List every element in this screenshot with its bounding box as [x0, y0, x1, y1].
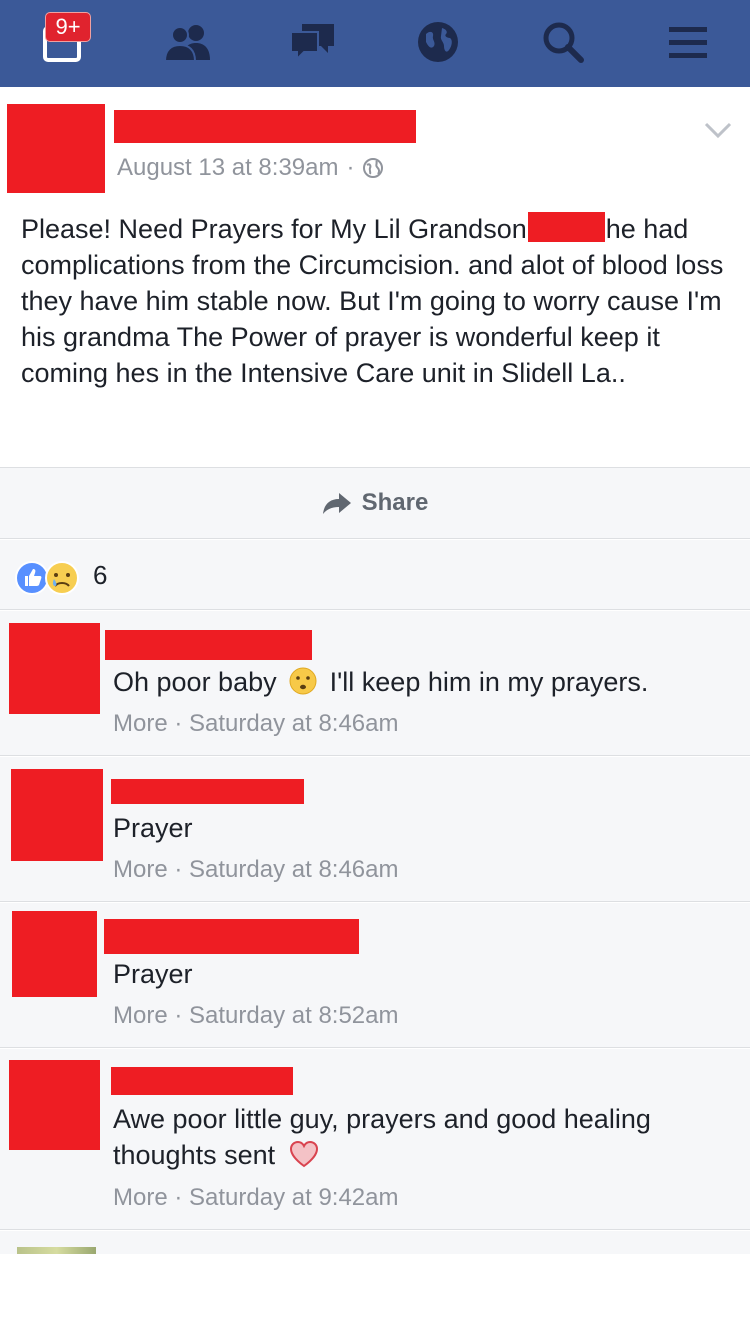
comment-time[interactable]: Saturday at 8:46am: [189, 856, 398, 883]
comment-avatar[interactable]: [9, 1060, 100, 1150]
post-timestamp[interactable]: August 13 at 8:39am: [117, 154, 338, 182]
post-text-part1: Please! Need Prayers for My Lil Grandson: [21, 214, 527, 244]
post-author-avatar[interactable]: [7, 104, 105, 193]
menu-icon: [669, 27, 707, 58]
comment-avatar[interactable]: [11, 769, 103, 861]
comment-text: Prayer: [113, 813, 193, 843]
redacted-name: [527, 212, 605, 242]
comment-text-after: I'll keep him in my prayers.: [329, 667, 649, 697]
comment-text-before: Oh poor baby: [113, 667, 277, 697]
comment-avatar[interactable]: [9, 623, 100, 714]
comment-meta: More · Saturday at 8:46am: [113, 856, 399, 884]
globe-icon: [418, 22, 458, 62]
public-globe-icon: [363, 158, 384, 178]
notification-badge: 9+: [45, 12, 91, 42]
comment-text: Prayer: [113, 959, 193, 989]
menu-button[interactable]: [653, 12, 723, 72]
friends-icon: [163, 25, 210, 62]
comment-time[interactable]: Saturday at 8:52am: [189, 1002, 398, 1029]
more-link[interactable]: More: [113, 710, 168, 737]
comment-text-body: Awe poor little guy, prayers and good he…: [113, 1104, 651, 1170]
friends-button[interactable]: [153, 12, 223, 72]
meta-separator: ·: [174, 710, 183, 737]
post-options-chevron-icon[interactable]: [702, 114, 734, 146]
comment-author-name[interactable]: [111, 1067, 293, 1095]
reactions-bar[interactable]: [0, 540, 750, 610]
meta-separator: ·: [174, 856, 183, 883]
share-arrow-icon: [322, 493, 351, 514]
share-button[interactable]: Share: [0, 467, 750, 539]
post-author-name[interactable]: [114, 110, 416, 143]
comment-meta: More · Saturday at 8:52am: [113, 1002, 399, 1030]
comment-author-name[interactable]: [105, 630, 312, 660]
heart-emoji-icon: [289, 1140, 318, 1168]
comment-text: Oh poor baby I'll keep him in my prayers…: [113, 664, 733, 700]
frown-emoji-icon: [289, 667, 317, 695]
search-button[interactable]: [528, 12, 598, 72]
more-link[interactable]: More: [113, 856, 168, 883]
more-link[interactable]: More: [113, 1002, 168, 1029]
like-reaction-icon: [15, 561, 49, 595]
more-link[interactable]: More: [113, 1184, 168, 1211]
messages-icon: [290, 24, 334, 62]
globe-button[interactable]: [403, 12, 473, 72]
comment-text: Awe poor little guy, prayers and good he…: [113, 1101, 713, 1173]
meta-separator: ·: [346, 154, 355, 181]
top-navigation-bar: 9+: [0, 0, 750, 87]
comment-time[interactable]: Saturday at 8:46am: [189, 710, 398, 737]
blank-area: [0, 1254, 750, 1334]
comment-avatar-partial[interactable]: [17, 1247, 96, 1254]
post-meta: August 13 at 8:39am ·: [117, 154, 384, 182]
post-text: Please! Need Prayers for My Lil Grandson…: [21, 211, 733, 391]
comment-author-name[interactable]: [104, 919, 359, 954]
share-label: Share: [361, 489, 429, 516]
meta-separator: ·: [174, 1184, 183, 1211]
messages-button[interactable]: [278, 12, 348, 72]
comment-meta: More · Saturday at 8:46am: [113, 710, 399, 738]
comment-author-name[interactable]: [111, 779, 304, 804]
reaction-icons[interactable]: [15, 560, 85, 596]
search-icon: [543, 22, 584, 63]
comment-avatar[interactable]: [12, 911, 97, 997]
comment-partial: [0, 1231, 750, 1254]
meta-separator: ·: [174, 1002, 183, 1029]
comment-time[interactable]: Saturday at 9:42am: [189, 1184, 398, 1211]
reaction-count[interactable]: 6: [93, 560, 107, 591]
comment-meta: More · Saturday at 9:42am: [113, 1184, 399, 1212]
sad-reaction-icon: [45, 561, 79, 595]
